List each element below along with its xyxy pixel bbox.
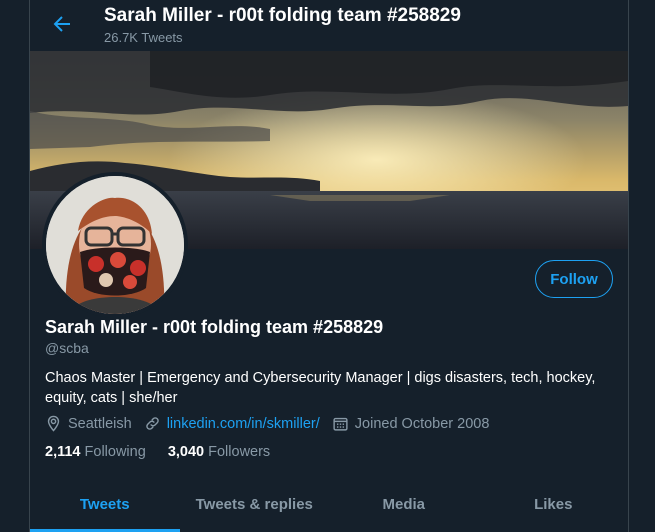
following-label: Following <box>84 444 146 460</box>
header-tweet-count: 26.7K Tweets <box>104 30 183 45</box>
joined-item: Joined October 2008 <box>332 415 490 432</box>
link-item: linkedin.com/in/skmiller/ <box>144 415 320 432</box>
header-title: Sarah Miller - r00t folding team #258829 <box>104 5 461 26</box>
avatar[interactable] <box>42 172 188 318</box>
location-item: Seattleish <box>45 415 132 432</box>
tab-tweets-and-replies[interactable]: Tweets & replies <box>180 477 330 532</box>
joined-text: Joined October 2008 <box>354 415 490 432</box>
calendar-icon <box>332 415 349 432</box>
following-count: 2,114 <box>45 444 81 460</box>
location-pin-icon <box>45 415 62 432</box>
profile-link[interactable]: linkedin.com/in/skmiller/ <box>167 416 320 432</box>
profile-header: Sarah Miller - r00t folding team #258829… <box>30 0 628 51</box>
location-text: Seattleish <box>68 415 132 432</box>
profile-name: Sarah Miller - r00t folding team #258829 <box>45 317 384 337</box>
follow-stats: 2,114 Following 3,040 Followers <box>45 444 288 460</box>
back-arrow-icon[interactable] <box>50 12 74 36</box>
profile-tabs: Tweets Tweets & replies Media Likes <box>30 477 628 532</box>
tab-tweets[interactable]: Tweets <box>30 477 180 532</box>
followers-label: Followers <box>208 444 271 460</box>
tab-likes[interactable]: Likes <box>479 477 629 532</box>
followers-link[interactable]: 3,040 Followers <box>168 444 270 460</box>
following-link[interactable]: 2,114 Following <box>45 444 150 460</box>
tab-media[interactable]: Media <box>329 477 479 532</box>
profile-meta: Seattleish linkedin.com/in/skmiller/ Joi… <box>45 415 501 432</box>
profile-bio: Chaos Master | Emergency and Cybersecuri… <box>45 370 596 406</box>
followers-count: 3,040 <box>167 444 205 460</box>
link-icon <box>144 415 161 432</box>
follow-button[interactable]: Follow <box>535 260 613 298</box>
profile-column: Sarah Miller - r00t folding team #258829… <box>29 0 629 532</box>
profile-handle: @scba <box>45 340 89 356</box>
